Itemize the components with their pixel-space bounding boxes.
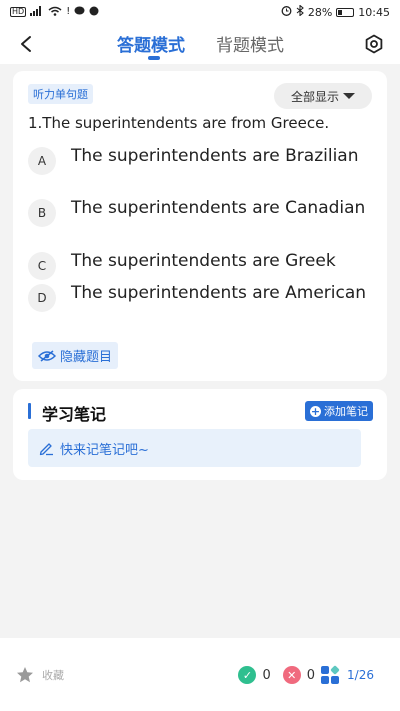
cross-circle-icon: ✕ [282,666,301,684]
option-letter: C [28,252,56,280]
hide-question-label: 隐藏题目 [60,350,113,365]
show-all-label: 全部显示 [290,89,339,104]
battery-percent: 28% [307,5,333,19]
top-nav: 答题模式 背题模式 [0,24,400,64]
question-type-badge: 听力单句题 [28,84,93,104]
eye-hidden-icon [38,349,56,362]
caret-down-icon [343,93,355,99]
plus-circle-icon: + [310,404,321,418]
question-card: 听力单句题 全部显示 1.The superintendents are fro… [13,71,387,381]
favorite-label: 收藏 [42,668,64,682]
check-circle-icon: ✓ [238,666,257,684]
correct-count: 0 [262,667,271,683]
tab-answer-mode[interactable]: 答题模式 [117,31,185,56]
hd-network-icon: HD [10,7,27,17]
answer-stats: ✓ 0 ✕ 0 1/26 [238,665,374,684]
bluetooth-icon [296,4,304,19]
show-all-dropdown[interactable]: 全部显示 [274,83,372,109]
tab-memorize-mode[interactable]: 背题模式 [216,31,284,56]
pencil-icon [39,443,53,456]
clock: 10:45 [358,5,390,19]
hide-question-button[interactable]: 隐藏题目 [32,342,119,369]
add-note-button[interactable]: + 添加笔记 [305,401,373,421]
bottom-bar: 收藏 ✓ 0 ✕ 0 1/26 [0,638,400,711]
option-b[interactable]: B The superintendents are Canadian [28,197,373,227]
note-placeholder: 快来记笔记吧~ [60,442,149,458]
gear-icon [365,34,383,54]
option-c[interactable]: C The superintendents are Greek [28,250,373,280]
status-bar: HD ! 28% 10:45 [0,0,400,24]
question-text: 1.The superintendents are from Greece. [28,114,330,132]
wifi-icon [48,6,62,19]
app-icon [89,6,99,19]
alarm-icon [281,5,292,19]
option-letter: D [28,284,56,312]
notes-card: 学习笔记 + 添加笔记 快来记笔记吧~ [13,389,387,480]
back-arrow-icon [21,36,31,52]
question-grid-icon[interactable] [321,665,340,684]
notes-title: 学习笔记 [42,405,107,424]
add-note-label: 添加笔记 [324,405,368,418]
question-progress[interactable]: 1/26 [347,668,374,682]
option-a[interactable]: A The superintendents are Brazilian [28,145,373,175]
option-text: The superintendents are American [71,283,367,303]
settings-button[interactable] [362,32,386,56]
note-input[interactable]: 快来记笔记吧~ [28,429,361,467]
section-marker [28,403,31,419]
option-d[interactable]: D The superintendents are American [28,282,373,312]
option-text: The superintendents are Canadian [71,198,366,218]
option-text: The superintendents are Greek [71,251,336,271]
active-tab-indicator [148,56,160,60]
favorite-button[interactable]: 收藏 [16,666,64,683]
notification-icon: ! [66,6,71,17]
signal-icon [30,5,44,19]
option-letter: A [28,147,56,175]
wrong-count: 0 [306,667,316,683]
option-letter: B [28,199,56,227]
option-text: The superintendents are Brazilian [71,146,359,166]
message-icon [74,6,85,19]
battery-icon [336,7,355,17]
star-icon [17,667,33,683]
back-button[interactable] [14,32,38,56]
